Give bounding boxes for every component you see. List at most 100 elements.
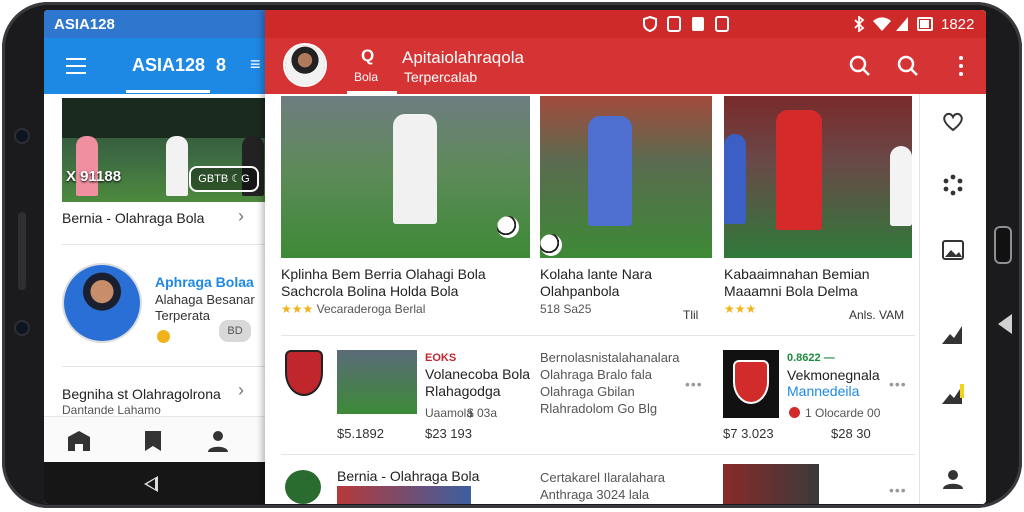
list-price: $5.1892 [337, 426, 384, 441]
channel-avatar[interactable] [285, 45, 325, 85]
left-row2-sub: Dantande Lahamo [62, 403, 161, 417]
video-title-line2[interactable]: Olahpanbola [540, 283, 619, 300]
notification-icon [667, 16, 681, 32]
more-horiz-icon[interactable]: ••• [685, 376, 703, 392]
home-icon[interactable] [66, 429, 92, 453]
right-app-header: Q Bola Apitaiolahraqola Terpercalab [265, 38, 986, 94]
coin-icon [157, 330, 170, 343]
right-status-bar: 1822 [265, 10, 986, 38]
profile-avatar[interactable] [64, 265, 140, 341]
channel-title[interactable]: Apitaiolahraqola [402, 48, 524, 68]
divider [281, 454, 915, 455]
menu-icon[interactable] [66, 58, 86, 74]
ball-icon [540, 234, 562, 256]
video-title[interactable]: Kolaha lante Nara [540, 266, 652, 283]
video-title-line2[interactable]: Maaamni Bola Delma [724, 283, 858, 300]
player-figure [776, 110, 822, 230]
right-app: 1822 Q Bola Apitaiolahraqola Terpercalab [265, 10, 986, 504]
alert-status-icon [715, 16, 729, 32]
list-title[interactable]: Bernia - Olahraga Bola [337, 468, 479, 485]
search-icon[interactable] [849, 55, 871, 77]
app-status-icon [692, 17, 704, 31]
video-meta: Vecaraderoga Berlal [316, 302, 426, 316]
left-tab-symbol[interactable]: 8 [216, 55, 226, 76]
cast-icon[interactable] [940, 384, 964, 406]
list-desc2: Olahraga Bralo fala [540, 367, 653, 382]
battery-icon [917, 17, 933, 31]
profile-nav-icon[interactable] [206, 429, 230, 453]
tab-label[interactable]: Bola [354, 70, 378, 84]
team-crest-tile[interactable] [723, 350, 779, 418]
team-crest-icon [735, 362, 767, 402]
live-dot-icon [789, 407, 800, 418]
camera-icon [16, 322, 28, 334]
video-title[interactable]: Kabaaimnahan Bemian [724, 266, 870, 283]
left-row2-title[interactable]: Begniha st Olahragolrona [62, 386, 221, 402]
tab-icon-label[interactable]: Q [361, 46, 374, 66]
list-desc: Certakarel Ilaralahara [540, 470, 666, 485]
profile-line2: Terperata [155, 308, 210, 323]
more-horiz-icon[interactable]: ••• [889, 376, 907, 392]
list-thumbnail[interactable] [337, 486, 471, 504]
video-title-line2[interactable]: Sachcrola Bolina Holda Bola [281, 283, 458, 300]
team-badge-icon [285, 470, 321, 504]
more-horiz-icon[interactable]: ••• [889, 482, 907, 498]
divider [281, 335, 915, 336]
video-extra: Anls. VAM [849, 308, 905, 322]
signal-icon [896, 17, 908, 31]
featured-score: X 91188 [66, 168, 122, 185]
heart-icon[interactable] [942, 112, 964, 132]
video-title[interactable]: Kplinha Bem Berria Olahagi Bola [281, 266, 486, 283]
chevron-right-icon[interactable]: › [238, 380, 244, 401]
profile-button[interactable]: BD [219, 320, 251, 342]
left-bottom-nav [44, 416, 265, 463]
back-icon[interactable] [144, 476, 158, 492]
account-icon[interactable] [942, 468, 964, 490]
list-title[interactable]: Volanecoba Bola [425, 366, 530, 383]
back-nav-icon[interactable] [998, 314, 1012, 334]
rating-stars: ★★★ [724, 302, 757, 316]
player-figure [890, 146, 912, 226]
search-icon[interactable] [897, 55, 919, 77]
cast-icon[interactable] [940, 324, 964, 346]
bookmark-icon[interactable] [142, 429, 164, 453]
list-tag: EOKS [425, 352, 457, 364]
player-figure [76, 136, 98, 196]
loading-icon[interactable] [942, 174, 964, 196]
left-extra-symbol[interactable]: ≡ [250, 54, 261, 75]
player-figure [393, 114, 437, 224]
video-extra: Tlil [683, 308, 699, 322]
list-desc2: Anthraga 3024 lala [540, 487, 650, 502]
team-crest-icon [287, 352, 321, 394]
list-price2: $23 193 [425, 426, 472, 441]
video-meta: 518 Sa25 [540, 302, 592, 316]
list-thumbnail[interactable] [723, 464, 819, 504]
profile-name[interactable]: Aphraga Bolaa [155, 274, 254, 290]
rating-stars: ★★★ [281, 302, 314, 316]
list-thumbnail[interactable] [337, 350, 417, 414]
more-vert-icon[interactable] [957, 54, 965, 78]
video-thumbnail[interactable] [540, 96, 712, 258]
stadium-bg [62, 98, 266, 138]
action-rail [919, 94, 986, 504]
divider [62, 244, 265, 245]
list-desc4: Rlahradolom Go Blg [540, 401, 658, 416]
video-thumbnail[interactable] [281, 96, 530, 258]
player-figure [588, 116, 632, 226]
list-title[interactable]: Vekmonegnala [787, 367, 880, 384]
left-row-title[interactable]: Bernia - Olahraga Bola [62, 210, 204, 226]
featured-chip[interactable]: GBTB ☾G [189, 166, 259, 192]
left-app-title[interactable]: ASIA128 [132, 55, 205, 76]
profile-line1: Alahaga Besanar [155, 292, 255, 307]
list-title-line2[interactable]: Rlahagodga [425, 383, 501, 400]
bluetooth-icon [854, 16, 865, 32]
left-tab-underline [126, 90, 210, 93]
image-icon[interactable] [942, 240, 964, 260]
volume-button[interactable] [996, 228, 1010, 262]
left-app-header: ASIA128 8 ≡ [44, 38, 265, 94]
video-thumbnail[interactable] [724, 96, 912, 258]
list-title-line2[interactable]: Mannedeila [787, 383, 859, 400]
list-desc3: Olahraga Gbilan [540, 384, 635, 399]
list-sub: 1 Olocarde 00 [805, 406, 881, 420]
chevron-right-icon[interactable]: › [238, 206, 244, 227]
